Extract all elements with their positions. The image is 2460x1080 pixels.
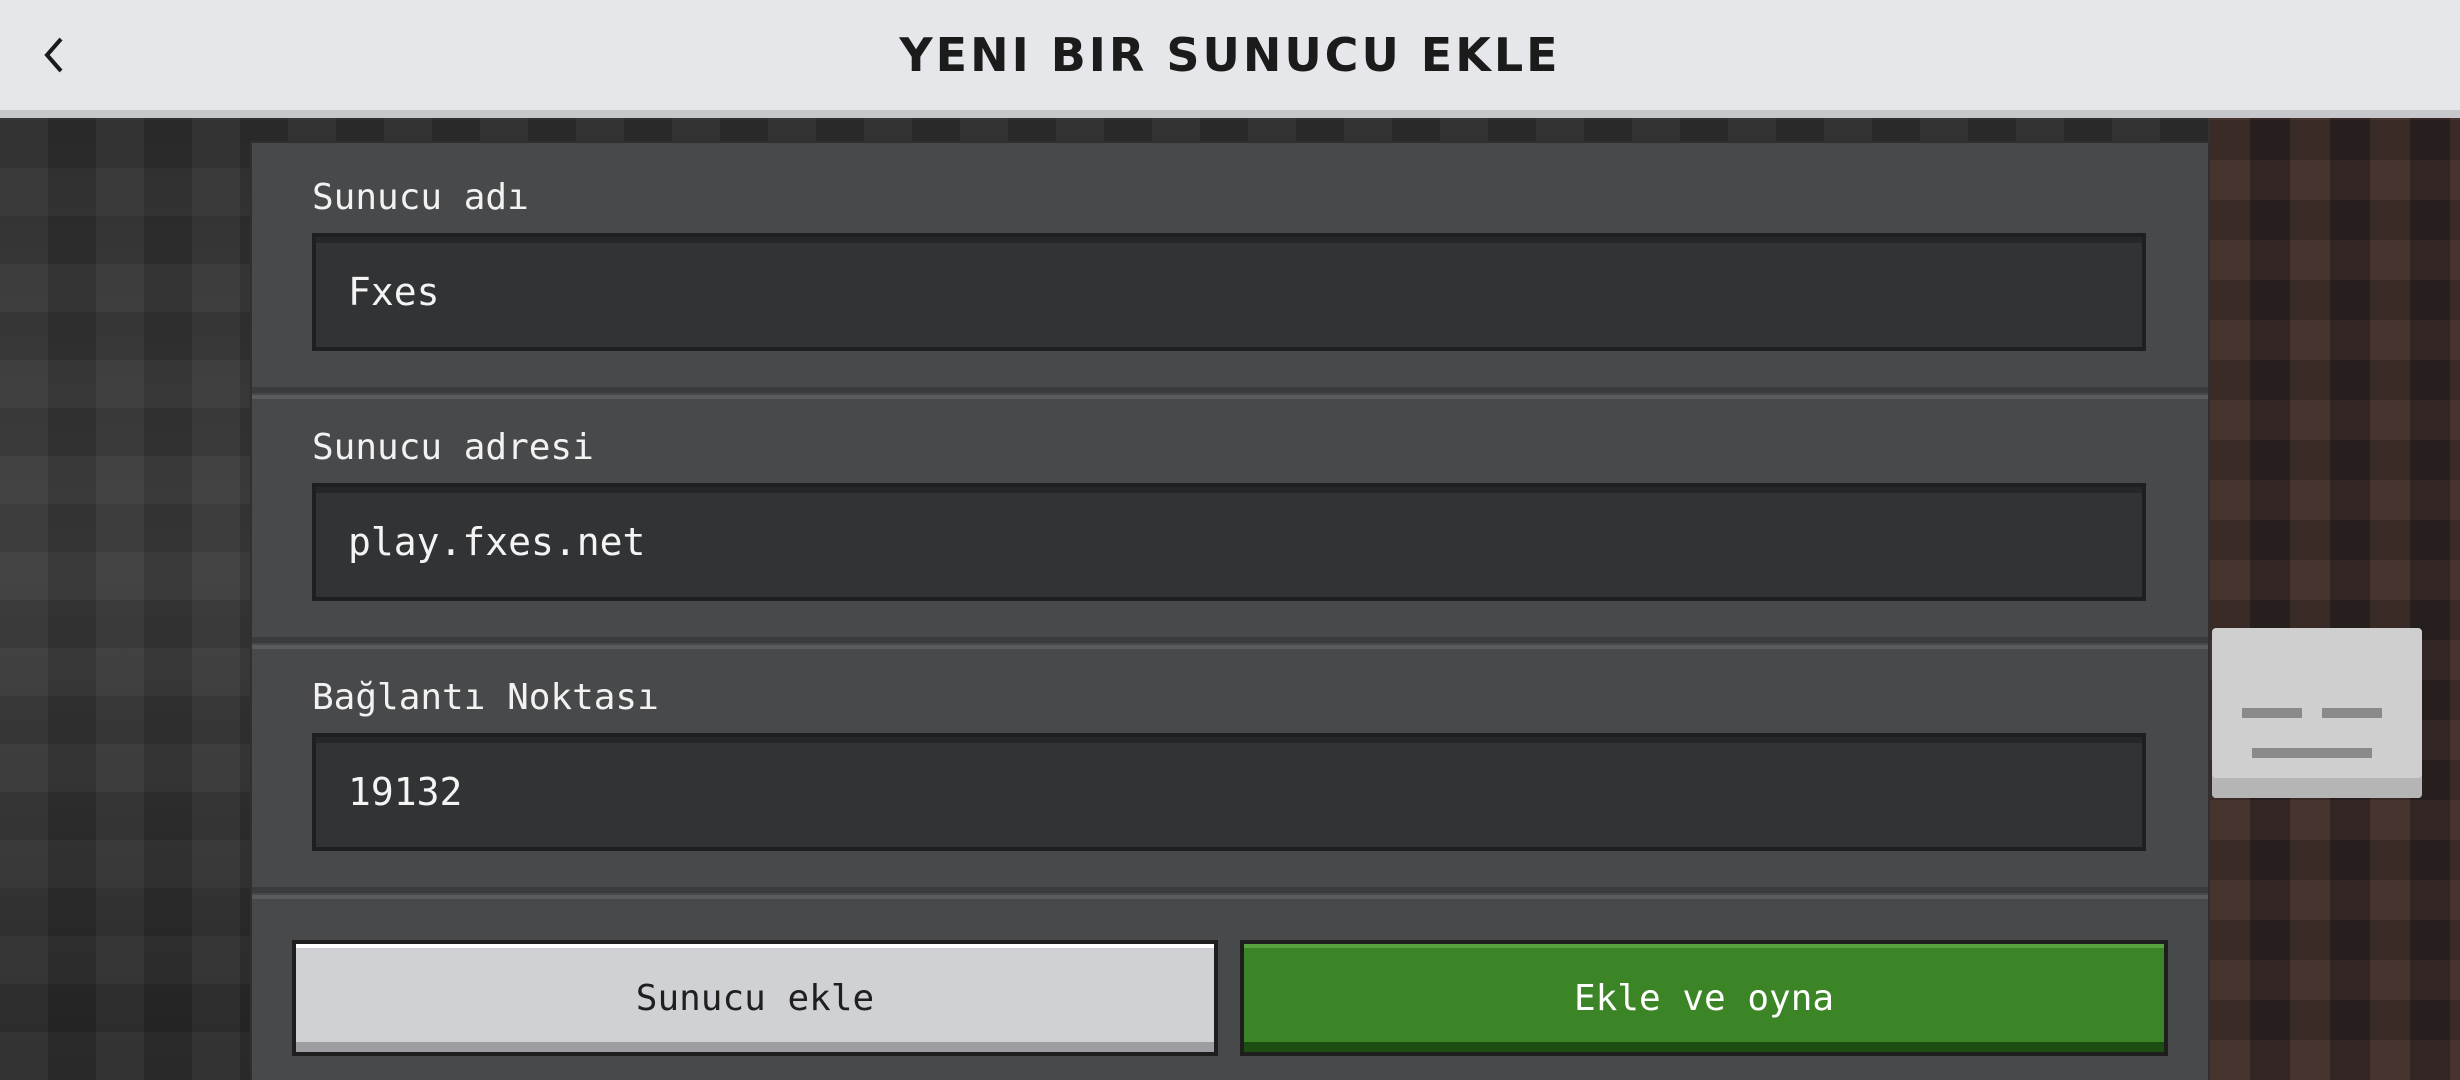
add-and-play-button[interactable]: Ekle ve oyna: [1240, 940, 2168, 1056]
server-name-section: Sunucu adı: [252, 143, 2208, 399]
port-input[interactable]: [316, 737, 2142, 847]
server-address-section: Sunucu adresi: [252, 393, 2208, 649]
server-address-field[interactable]: [312, 483, 2146, 601]
port-label: Bağlantı Noktası: [312, 677, 659, 718]
chevron-left-icon: [44, 37, 63, 73]
server-address-input[interactable]: [316, 487, 2142, 597]
server-address-label: Sunucu adresi: [312, 427, 594, 468]
server-name-field[interactable]: [312, 233, 2146, 351]
background-cave-wall: [2210, 118, 2460, 1080]
back-button[interactable]: [24, 25, 84, 85]
port-section: Bağlantı Noktası: [252, 643, 2208, 899]
ghast-mob-image: [2212, 628, 2422, 798]
header-bar: YENI BIR SUNUCU EKLE: [0, 0, 2460, 118]
add-server-button[interactable]: Sunucu ekle: [292, 940, 1218, 1056]
server-name-label: Sunucu adı: [312, 177, 529, 218]
port-field[interactable]: [312, 733, 2146, 851]
page-title: YENI BIR SUNUCU EKLE: [899, 28, 1561, 82]
server-name-input[interactable]: [316, 237, 2142, 347]
